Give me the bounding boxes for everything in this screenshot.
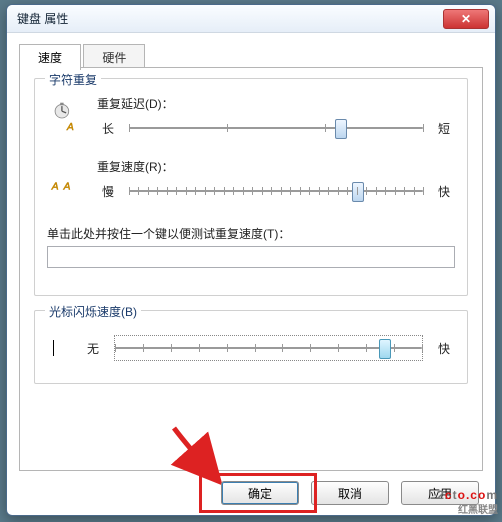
group-cursor-blink-legend: 光标闪烁速度(B) (45, 303, 141, 320)
tab-speed[interactable]: 速度 (19, 44, 81, 70)
tab-strip: 速度 硬件 (19, 43, 483, 67)
tab-hardware-label: 硬件 (102, 51, 126, 65)
rate-slider[interactable] (129, 179, 423, 203)
ok-button-label: 确定 (248, 485, 272, 502)
delay-slider[interactable] (129, 116, 423, 140)
rate-label: 重复速度(R)： (97, 158, 455, 175)
group-cursor-blink: 光标闪烁速度(B) 无 快 (34, 310, 468, 384)
tab-speed-label: 速度 (38, 51, 62, 65)
svg-text:A: A (51, 181, 59, 192)
group-char-repeat: 字符重复 A 重复延迟(D)： (34, 78, 468, 296)
cancel-button[interactable]: 取消 (311, 481, 389, 505)
delay-label: 重复延迟(D)： (97, 95, 455, 112)
cancel-button-label: 取消 (338, 485, 362, 502)
stopwatch-a-icon: A (47, 101, 87, 135)
delay-slider-thumb[interactable] (335, 119, 347, 139)
apply-button[interactable]: 应用 (401, 481, 479, 505)
row-rate: A A 重复速度(R)： 慢 快 (47, 158, 455, 203)
delay-max-label: 短 (433, 120, 455, 137)
double-a-icon: A A (47, 164, 87, 198)
blink-min-label: 无 (82, 340, 104, 357)
client-area: 速度 硬件 字符重复 A (7, 33, 495, 515)
svg-text:A: A (66, 121, 74, 132)
cursor-preview-icon (53, 340, 54, 356)
close-icon: ✕ (461, 13, 471, 25)
blink-slider[interactable] (114, 335, 423, 361)
rate-max-label: 快 (433, 183, 455, 200)
apply-button-label: 应用 (428, 485, 452, 502)
delay-min-label: 长 (97, 120, 119, 137)
dialog-button-bar: 确定 取消 应用 (221, 481, 479, 505)
test-label: 单击此处并按住一个键以便测试重复速度(T)： (47, 225, 455, 242)
row-delay: A 重复延迟(D)： 长 短 (47, 95, 455, 140)
repeat-test-input[interactable] (47, 246, 455, 268)
rate-min-label: 慢 (97, 183, 119, 200)
rate-slider-thumb[interactable] (352, 182, 364, 202)
close-button[interactable]: ✕ (443, 9, 489, 29)
svg-text:A: A (63, 181, 71, 192)
blink-slider-thumb[interactable] (379, 339, 391, 359)
titlebar[interactable]: 键盘 属性 ✕ (7, 5, 495, 33)
group-char-repeat-legend: 字符重复 (45, 71, 101, 88)
window-title: 键盘 属性 (17, 10, 68, 27)
blink-max-label: 快 (433, 340, 455, 357)
keyboard-properties-dialog: 键盘 属性 ✕ 速度 硬件 字符重复 (6, 4, 496, 516)
ok-button[interactable]: 确定 (221, 481, 299, 505)
tab-page-speed: 字符重复 A 重复延迟(D)： (19, 67, 483, 471)
